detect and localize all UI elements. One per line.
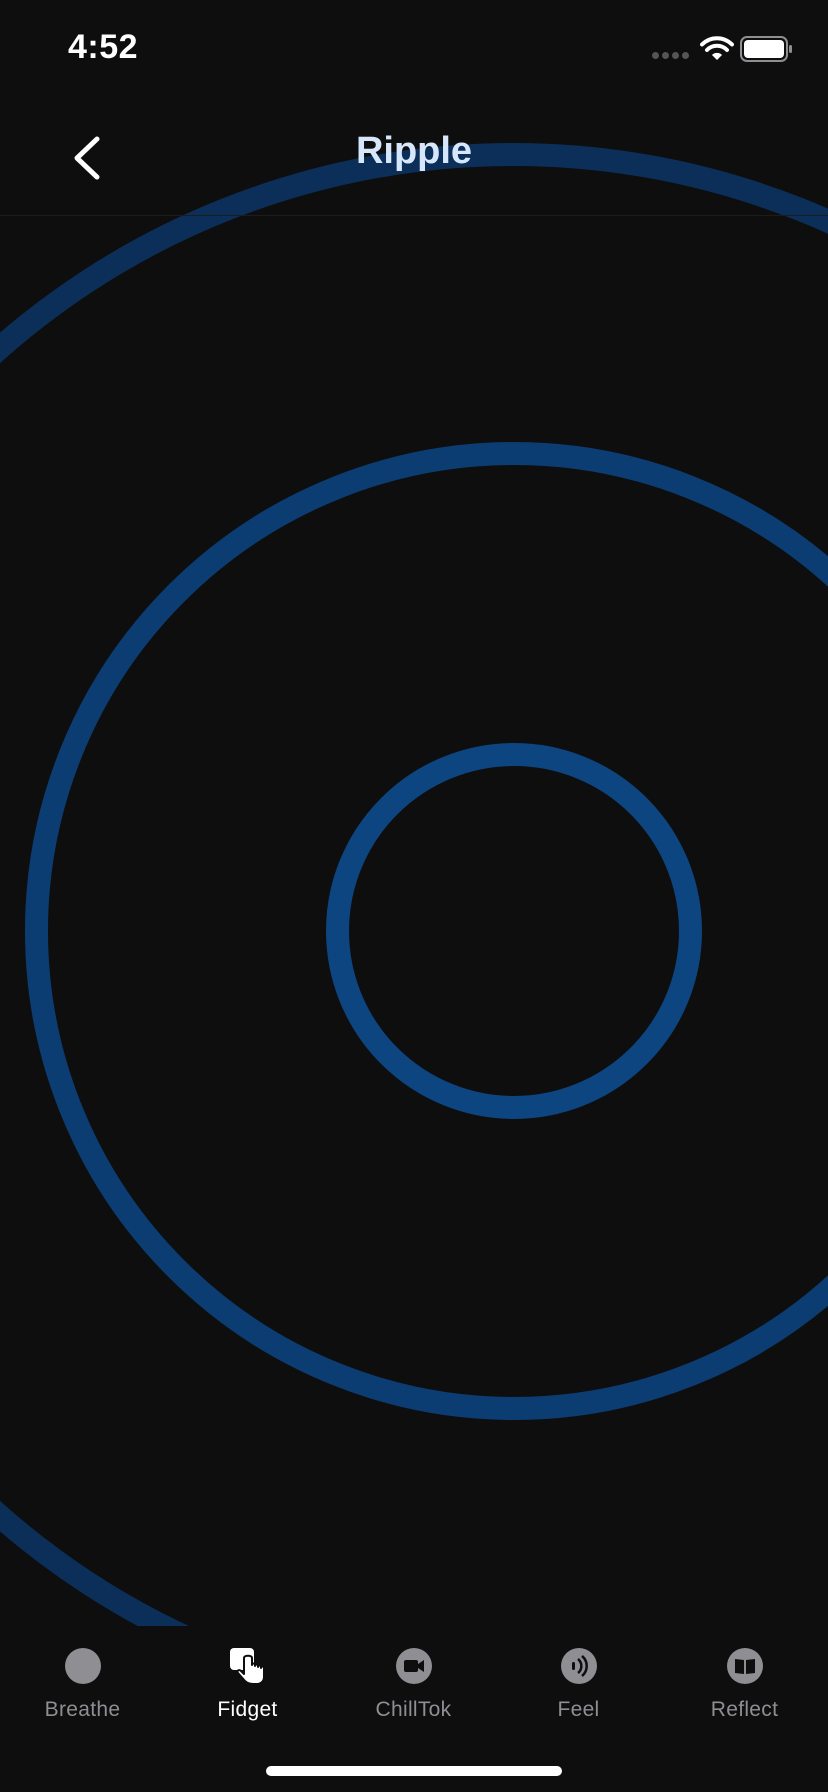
- hand-pointer-icon: [228, 1646, 268, 1686]
- tab-label: Reflect: [710, 1698, 779, 1721]
- wifi-icon: [700, 36, 734, 60]
- tab-label: ChillTok: [375, 1698, 452, 1721]
- status-time: 4:52: [68, 28, 139, 66]
- tab-breathe[interactable]: Breathe: [0, 1640, 165, 1750]
- tab-chilltok[interactable]: ChillTok: [331, 1640, 496, 1750]
- ripple-ring-inner: [326, 743, 702, 1119]
- tab-feel[interactable]: Feel: [496, 1640, 661, 1750]
- tab-label: Fidget: [217, 1698, 278, 1721]
- battery-icon: [740, 36, 792, 62]
- page-title: Ripple: [355, 130, 473, 172]
- status-bar: 4:52: [0, 0, 828, 100]
- tab-label: Feel: [557, 1698, 600, 1721]
- ripple-canvas[interactable]: [0, 0, 828, 1630]
- book-icon: [725, 1646, 765, 1686]
- video-camera-icon: [394, 1646, 434, 1686]
- tab-label: Breathe: [44, 1698, 121, 1721]
- vibration-icon: [559, 1646, 599, 1686]
- signal-dots-icon: [652, 52, 690, 60]
- nav-header: Ripple: [0, 100, 828, 216]
- tab-reflect[interactable]: Reflect: [662, 1640, 827, 1750]
- ripple-screen: 4:52 Ripple Breathe Fidget ChillTok Feel…: [0, 0, 828, 1792]
- circle-icon: [63, 1646, 103, 1686]
- home-indicator: [266, 1766, 562, 1776]
- tab-fidget[interactable]: Fidget: [165, 1640, 330, 1750]
